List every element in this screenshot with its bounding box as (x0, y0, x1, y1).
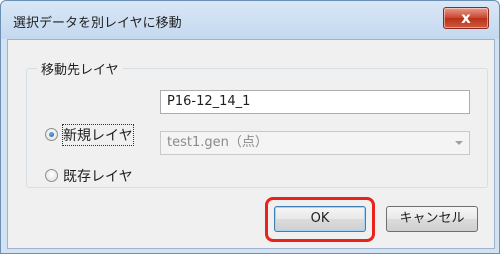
group-legend: 移動先レイヤ (37, 59, 123, 78)
close-icon: x (461, 9, 471, 27)
new-layer-label[interactable]: 新規レイヤ (62, 124, 134, 146)
chevron-down-icon (455, 141, 463, 145)
dialog-title: 選択データを別レイヤに移動 (13, 16, 182, 31)
cancel-button[interactable]: キャンセル (386, 206, 478, 232)
existing-layer-select-value: test1.gen（点） (167, 135, 268, 150)
title-bar: 選択データを別レイヤに移動 x (1, 1, 499, 39)
ok-highlight-annotation (265, 197, 375, 242)
existing-layer-label[interactable]: 既存レイヤ (63, 166, 133, 186)
existing-layer-radio[interactable] (45, 169, 58, 182)
new-layer-radio[interactable] (45, 128, 58, 141)
destination-layer-group: 移動先レイヤ 新規レイヤ 既存レイヤ (26, 59, 488, 188)
new-layer-name-input[interactable]: P16-12_14_1 (160, 90, 470, 114)
close-button[interactable]: x (443, 7, 489, 29)
existing-layer-select[interactable]: test1.gen（点） (160, 131, 470, 155)
